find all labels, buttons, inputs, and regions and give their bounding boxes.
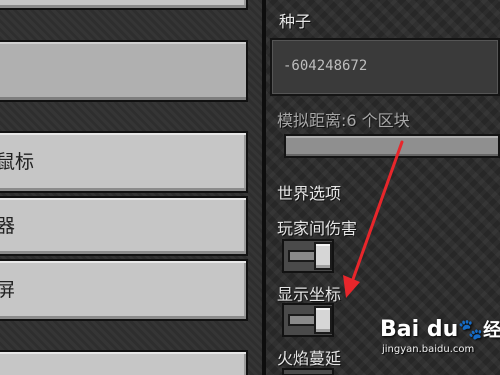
- show-coordinates-label: 显示坐标: [277, 285, 342, 304]
- menu-button-mouse[interactable]: 鼠标: [0, 131, 248, 193]
- fire-spread-label: 火焰蔓延: [277, 349, 342, 368]
- pvp-toggle-knob: [314, 242, 332, 270]
- watermark-logo-text: Bai du: [380, 317, 459, 342]
- menu-button-screen[interactable]: 屏: [0, 259, 248, 321]
- baidu-jingyan-watermark: Bai du🐾经验 jingyan.baidu.com: [380, 316, 500, 360]
- menu-button-mouse-label: 鼠标: [0, 150, 35, 173]
- simulation-distance-label: 模拟距离:6 个区块: [277, 111, 410, 130]
- menu-button-blank[interactable]: [0, 40, 248, 102]
- menu-button-screen-label: 屏: [0, 280, 15, 300]
- pvp-label: 玩家间伤害: [277, 219, 358, 238]
- paw-icon: 🐾: [458, 317, 484, 341]
- show-coordinates-toggle[interactable]: [282, 303, 334, 337]
- menu-button-device-label: 器: [0, 216, 15, 236]
- menu-button-bottom[interactable]: [0, 350, 248, 375]
- menu-button-top[interactable]: [0, 0, 248, 10]
- watermark-url: jingyan.baidu.com: [382, 344, 475, 355]
- watermark-logo: Bai du🐾经验: [380, 316, 500, 342]
- fire-spread-toggle[interactable]: [282, 368, 334, 375]
- menu-button-device[interactable]: 器: [0, 196, 248, 256]
- seed-label: 种子: [279, 12, 312, 31]
- simulation-distance-slider[interactable]: [284, 134, 500, 158]
- world-options-heading: 世界选项: [277, 184, 342, 203]
- watermark-suffix: 经验: [483, 320, 500, 341]
- pvp-toggle[interactable]: [282, 239, 334, 273]
- seed-value[interactable]: -604248672: [283, 58, 367, 74]
- show-coordinates-toggle-knob: [314, 306, 332, 334]
